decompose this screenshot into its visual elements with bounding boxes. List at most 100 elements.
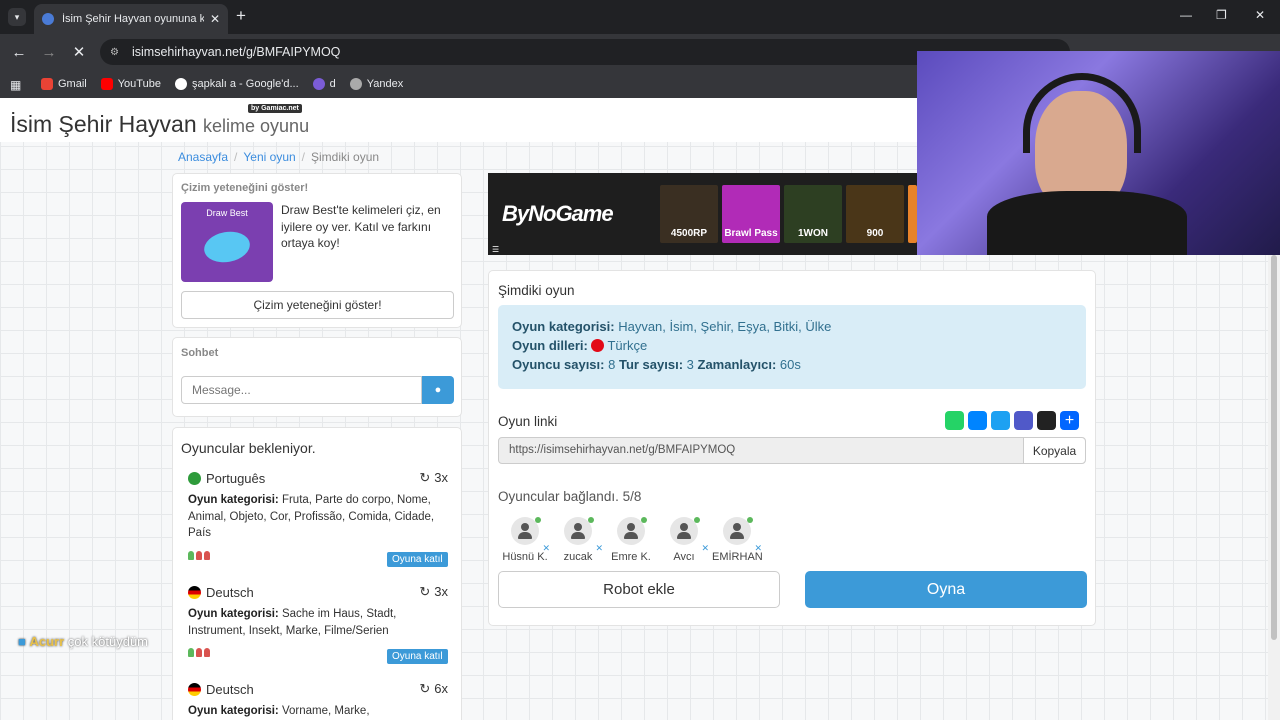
site-title: İsim Şehir Hayvan (10, 111, 197, 137)
game-category-line: Oyun kategorisi: Hayvan, İsim, Şehir, Eş… (512, 319, 832, 334)
close-window-icon[interactable]: ✕ (1255, 8, 1265, 22)
game-language: Deutsch (206, 681, 254, 697)
close-tab-icon[interactable]: ✕ (210, 12, 220, 26)
germany-flag-icon (188, 682, 201, 696)
game-card-title: Şimdiki oyun (498, 283, 575, 298)
online-dot (588, 517, 594, 523)
page-scrollbar[interactable] (1268, 255, 1280, 720)
game-language: Português (206, 470, 266, 486)
current-game-card: Şimdiki oyun Oyun kategorisi: Hayvan, İs… (488, 270, 1096, 626)
online-dot (641, 517, 647, 523)
bookmark-youtube[interactable]: YouTube (100, 78, 161, 90)
player-slot[interactable]: ✕ Hüsnü K. (500, 517, 550, 563)
gamiac-badge[interactable]: by Gamiac.net (248, 104, 302, 113)
ad-tile-partial (908, 185, 917, 243)
more-share-icon[interactable]: + (1060, 411, 1079, 430)
tab-title: İsim Şehir Hayvan oyununa katıl (62, 13, 204, 25)
turkey-flag-icon (591, 339, 605, 352)
join-game-button[interactable]: Oyuna katıl (387, 552, 448, 567)
apps-icon[interactable]: ▦ (10, 78, 27, 92)
site-info-icon[interactable]: ⚙ (110, 47, 122, 58)
waiting-game-item[interactable]: Deutsch ↻ 6x Oyun kategorisi: Vorname, Mar… (188, 681, 448, 720)
maximize-icon[interactable]: ❐ (1216, 8, 1227, 22)
bookmark-d[interactable]: d (312, 78, 336, 90)
user-avatar-icon (564, 517, 594, 545)
copy-link-button[interactable]: Kopyala (1023, 438, 1085, 463)
new-tab-icon[interactable]: + (236, 6, 246, 26)
whatsapp-share-icon[interactable] (945, 411, 964, 430)
player-name: Emre K. (611, 551, 651, 563)
bookmark-google[interactable]: şapkalı a - Google'd... (174, 78, 299, 90)
online-dot (535, 517, 541, 523)
bookmark-yandex[interactable]: Yandex (349, 78, 403, 90)
draw-best-image[interactable]: Draw Best (181, 202, 273, 282)
game-link-input[interactable]: https://isimsehirhayvan.net/g/BMFAIPYMOQ (499, 438, 1023, 463)
site-favicon-icon (42, 13, 54, 25)
play-button[interactable]: Oyna (805, 571, 1087, 608)
stop-loading-icon[interactable]: ✕ (64, 43, 94, 61)
messenger-share-icon[interactable] (968, 411, 987, 430)
ad-tile: 1WON (784, 185, 842, 243)
game-categories: Oyun kategorisi: Vorname, Marke, (188, 705, 370, 717)
player-slot[interactable]: ✕ Avcı (659, 517, 709, 563)
refresh-icon: ↻ (419, 584, 431, 599)
browser-tabstrip: ▾ İsim Şehir Hayvan oyununa katıl ✕ + — … (0, 0, 1280, 34)
breadcrumb-home[interactable]: Anasayfa (178, 150, 228, 164)
snapchat-share-icon[interactable] (1037, 411, 1056, 430)
ad-tile: 900 (846, 185, 904, 243)
waiting-games-card: Oyuncular bekleniyor. Português ↻ 3x Oyun … (172, 427, 462, 720)
breadcrumb-new-game[interactable]: Yeni oyun (243, 150, 295, 164)
remove-player-icon[interactable]: ✕ (542, 543, 550, 554)
back-icon[interactable]: ← (4, 44, 34, 61)
player-slot[interactable]: ✕ zucak (553, 517, 603, 563)
chat-card: Sohbet ● (172, 337, 462, 417)
chat-message-input[interactable] (181, 376, 422, 404)
remove-player-icon[interactable]: ✕ (701, 543, 709, 554)
game-categories: Oyun kategorisi: Fruta, Parte do corpo, … (188, 494, 435, 539)
rounds-count: ↻ 3x (419, 470, 448, 485)
draw-card-text: Draw Best'te kelimeleri çiz, en iyilere … (281, 203, 441, 250)
player-slot[interactable]: ✕ EMİRHAN (712, 517, 763, 563)
online-dot (694, 517, 700, 523)
game-info-box: Oyun kategorisi: Hayvan, İsim, Şehir, Eş… (498, 305, 1086, 389)
tab-search-icon[interactable]: ▾ (8, 8, 26, 26)
user-admin-avatar-icon (617, 517, 647, 545)
brazil-flag-icon (188, 471, 201, 485)
rounds-count: ↻ 6x (419, 681, 448, 696)
browser-tab[interactable]: İsim Şehir Hayvan oyununa katıl ✕ (34, 4, 228, 34)
ad-tile: Brawl Pass (722, 185, 780, 243)
user-avatar-icon (670, 517, 700, 545)
forward-icon[interactable]: → (34, 44, 64, 61)
game-categories: Oyun kategorisi: Sache im Haus, Stadt, I… (188, 608, 397, 637)
chat-username: Acurr (29, 634, 65, 649)
chat-badges-icon: ■ (18, 634, 26, 649)
site-logo[interactable]: İsim Şehir Hayvan kelime oyunu (10, 111, 309, 138)
remove-player-icon[interactable]: ✕ (754, 543, 762, 554)
draw-best-button[interactable]: Çizim yeteneğini göster! (181, 291, 454, 319)
ad-menu-icon[interactable]: ☰ (492, 245, 499, 254)
webcam-overlay (917, 51, 1280, 255)
add-robot-button[interactable]: Robot ekle (498, 571, 780, 608)
join-game-button[interactable]: Oyuna katıl (387, 649, 448, 664)
teams-share-icon[interactable] (1014, 411, 1033, 430)
breadcrumb-current: Şimdiki oyun (311, 150, 380, 164)
game-link-label: Oyun linki (498, 414, 558, 429)
breadcrumb: Anasayfa / Yeni oyun / Şimdiki oyun (178, 150, 380, 164)
twitter-share-icon[interactable] (991, 411, 1010, 430)
waiting-game-item[interactable]: Português ↻ 3x Oyun kategorisi: Fruta, Par… (188, 470, 448, 567)
user-avatar-icon (723, 517, 753, 545)
online-dot (747, 517, 753, 523)
remove-player-icon[interactable]: ✕ (595, 543, 603, 554)
pencil-icon (201, 228, 253, 266)
connected-players-label: Oyuncular bağlandı. 5/8 (498, 489, 642, 504)
germany-flag-icon (188, 585, 201, 599)
waiting-game-item[interactable]: Deutsch ↻ 3x Oyun kategorisi: Sache im Hau… (188, 584, 448, 664)
stream-chat-overlay: ■ Acurr çok kötüydüm (18, 634, 148, 649)
bookmark-gmail[interactable]: Gmail (41, 78, 87, 90)
player-slot[interactable]: Emre K. (606, 517, 656, 563)
game-language: Deutsch (206, 584, 254, 600)
send-message-button[interactable]: ● (422, 376, 454, 404)
minimize-icon[interactable]: — (1180, 8, 1192, 22)
scrollbar-thumb[interactable] (1271, 255, 1277, 640)
refresh-icon: ↻ (419, 681, 431, 696)
